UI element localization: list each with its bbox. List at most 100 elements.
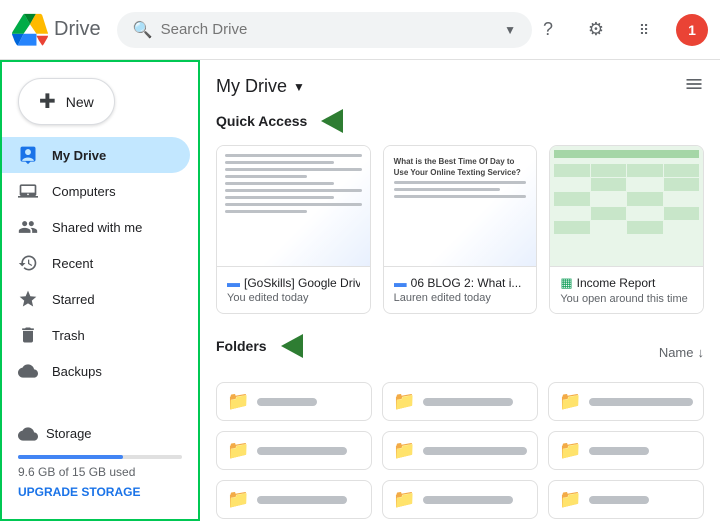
help-icon: ?: [543, 19, 553, 40]
sidebar-item-recent[interactable]: Recent: [2, 245, 190, 281]
header-icons: ? ⚙ ⠿ 1: [532, 14, 708, 46]
folders-arrow: [281, 334, 303, 358]
avatar-letter: 1: [688, 22, 696, 38]
folder-name-blurred: [423, 447, 527, 455]
folder-icon: 📁: [559, 440, 581, 461]
my-drive-title[interactable]: My Drive ▼: [216, 76, 305, 97]
sidebar-item-trash[interactable]: Trash: [2, 317, 190, 353]
folders-section-header: Folders Name ↓: [216, 334, 704, 370]
folder-icon: 📁: [227, 440, 249, 461]
sidebar-item-label: Recent: [52, 256, 93, 271]
sort-label: Name: [659, 345, 694, 360]
plus-icon: ✚: [39, 89, 56, 114]
folder-icon: 📁: [227, 489, 249, 510]
sort-down-icon: ↓: [698, 345, 705, 360]
file-name-text: Income Report: [577, 276, 656, 290]
doc-file-icon: ▬: [394, 275, 407, 290]
folders-section-title: Folders: [216, 334, 303, 358]
folder-icon: 📁: [227, 391, 249, 412]
folder-icon: 📁: [393, 391, 415, 412]
folder-item[interactable]: 📁: [216, 480, 372, 519]
file-card-meta: Lauren edited today: [394, 292, 527, 304]
drive-title-dropdown-icon: ▼: [293, 80, 305, 94]
folder-item[interactable]: 📁: [548, 480, 704, 519]
file-card-meta: You edited today: [227, 292, 360, 304]
shared-folder-icon: 📁: [393, 440, 415, 461]
people-icon: [18, 217, 38, 237]
sidebar-item-label: Computers: [52, 184, 116, 199]
folder-name-blurred: [423, 398, 513, 406]
file-thumbnail: [550, 146, 703, 266]
user-avatar[interactable]: 1: [676, 14, 708, 46]
file-card[interactable]: ▦ Income Report You open around this tim…: [549, 145, 704, 314]
folders-sort-button[interactable]: Name ↓: [659, 345, 704, 360]
folder-item[interactable]: 📁: [382, 480, 538, 519]
app-header: Drive 🔍 ▼ ? ⚙ ⠿ 1: [0, 0, 720, 60]
file-card-name: ▦ Income Report: [560, 275, 693, 291]
file-card-info: ▬ 06 BLOG 2: What i... Lauren edited tod…: [384, 266, 537, 312]
folder-item[interactable]: 📁: [548, 431, 704, 470]
drive-logo-icon: [12, 12, 48, 48]
file-name-text: [GoSkills] Google Drive R...: [244, 276, 360, 290]
file-card[interactable]: ▬ [GoSkills] Google Drive R... You edite…: [216, 145, 371, 314]
search-icon: 🔍: [133, 20, 153, 40]
computer-icon: [18, 181, 38, 201]
folder-name-blurred: [257, 447, 347, 455]
file-card-name: ▬ [GoSkills] Google Drive R...: [227, 275, 360, 290]
new-button[interactable]: ✚ New: [18, 78, 115, 125]
upgrade-storage-button[interactable]: UPGRADE STORAGE: [18, 485, 182, 499]
folder-icon: 📁: [393, 489, 415, 510]
quick-access-section-title: Quick Access: [216, 109, 704, 133]
storage-used-label: 9.6 GB of 15 GB used: [18, 465, 182, 479]
search-input[interactable]: [161, 21, 497, 38]
sidebar-item-label: Backups: [52, 364, 102, 379]
search-dropdown-icon[interactable]: ▼: [504, 23, 516, 37]
sidebar-item-label: Trash: [52, 328, 85, 343]
help-button[interactable]: ?: [532, 14, 564, 46]
storage-bar: [18, 455, 182, 459]
folder-item[interactable]: 📁: [382, 431, 538, 470]
sheet-file-icon: ▦: [560, 275, 572, 291]
sidebar-item-backups[interactable]: Backups: [2, 353, 190, 389]
folders-label: Folders: [216, 338, 267, 354]
storage-bar-fill: [18, 455, 123, 459]
folder-name-blurred: [589, 496, 649, 504]
folders-grid: 📁 📁 📁 📁 📁 📁: [216, 382, 704, 521]
sidebar-item-shared-with-me[interactable]: Shared with me: [2, 209, 190, 245]
file-card-meta: You open around this time: [560, 293, 693, 305]
folder-item[interactable]: 📁: [548, 382, 704, 421]
list-view-button[interactable]: [684, 74, 704, 99]
main-layout: ✚ New My Drive Computers Shared with me: [0, 60, 720, 521]
storage-section: Storage 9.6 GB of 15 GB used UPGRADE STO…: [2, 412, 198, 511]
folder-item[interactable]: 📁: [216, 382, 372, 421]
folder-name-blurred: [589, 447, 649, 455]
folder-icon: 📁: [559, 391, 581, 412]
backups-icon: [18, 361, 38, 381]
file-card-info: ▦ Income Report You open around this tim…: [550, 266, 703, 313]
folder-item[interactable]: 📁: [382, 382, 538, 421]
folder-name-blurred: [257, 496, 347, 504]
sidebar-item-my-drive[interactable]: My Drive: [2, 137, 190, 173]
sidebar-item-starred[interactable]: Starred: [2, 281, 190, 317]
folder-name-blurred: [423, 496, 513, 504]
new-button-label: New: [66, 94, 94, 110]
folder-item[interactable]: 📁: [216, 431, 372, 470]
settings-button[interactable]: ⚙: [580, 14, 612, 46]
sidebar-item-computers[interactable]: Computers: [2, 173, 190, 209]
search-bar[interactable]: 🔍 ▼: [117, 12, 532, 48]
storage-title: Storage: [46, 426, 92, 441]
file-thumbnail: [217, 146, 370, 266]
logo-area: Drive: [12, 12, 101, 48]
file-card[interactable]: What is the Best Time Of Day to Use Your…: [383, 145, 538, 314]
file-thumbnail: What is the Best Time Of Day to Use Your…: [384, 146, 537, 266]
star-icon: [18, 289, 38, 309]
quick-access-grid: ▬ [GoSkills] Google Drive R... You edite…: [216, 145, 704, 314]
sidebar-item-label: Shared with me: [52, 220, 142, 235]
apps-grid-icon: ⠿: [639, 23, 649, 37]
file-card-info: ▬ [GoSkills] Google Drive R... You edite…: [217, 266, 370, 312]
doc-thumbnail: What is the Best Time Of Day to Use Your…: [384, 146, 537, 266]
doc-thumbnail: [217, 146, 370, 266]
clock-icon: [18, 253, 38, 273]
apps-button[interactable]: ⠿: [628, 14, 660, 46]
sidebar-item-label: Starred: [52, 292, 95, 307]
